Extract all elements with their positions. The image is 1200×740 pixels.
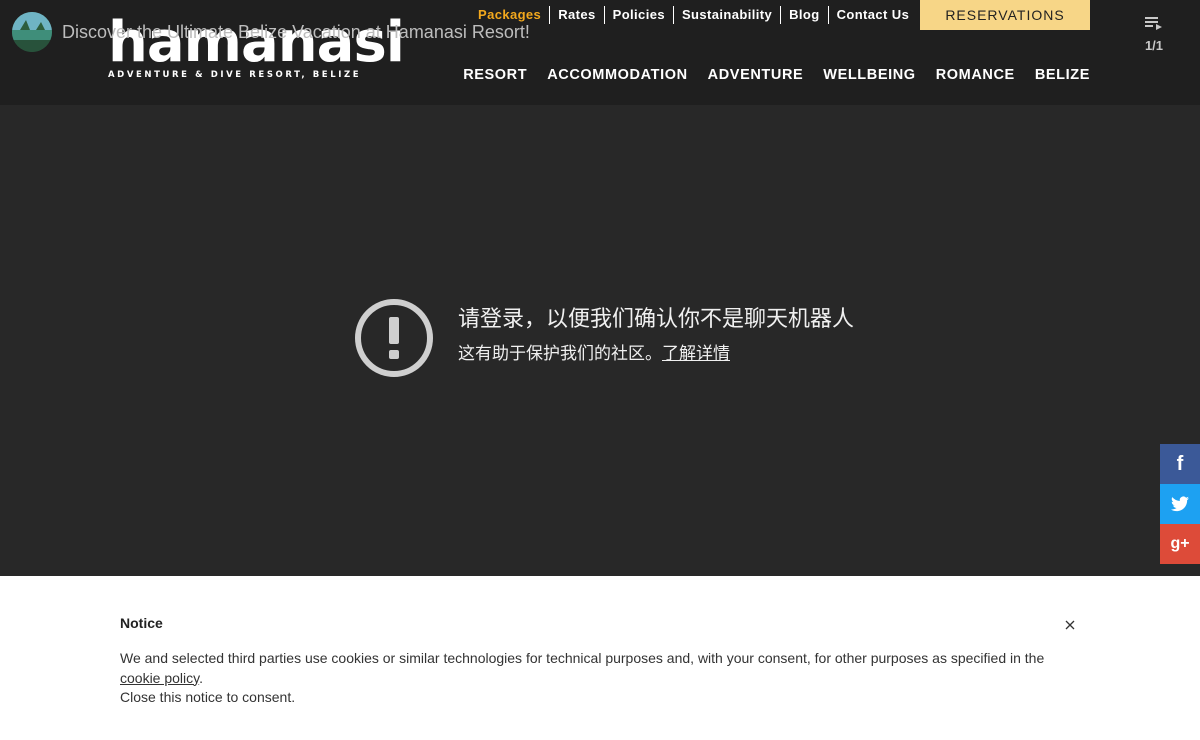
notice-consent-text: Close this notice to consent. <box>120 689 296 705</box>
nav-wellbeing[interactable]: WELLBEING <box>823 67 915 83</box>
nav-romance[interactable]: ROMANCE <box>936 67 1015 83</box>
error-text: 请登录，以便我们确认你不是聊天机器人 这有助于保护我们的社区。了解详情 <box>458 298 854 366</box>
nav-adventure[interactable]: ADVENTURE <box>708 67 804 83</box>
google-plus-share-button[interactable]: g+ <box>1160 524 1200 564</box>
top-link-rates[interactable]: Rates <box>550 6 605 24</box>
site-header: hamanasi ADVENTURE & DIVE RESORT, BELIZE… <box>0 0 1200 105</box>
cookie-notice: Notice We and selected third parties use… <box>0 576 1200 740</box>
logo-tagline: ADVENTURE & DIVE RESORT, BELIZE <box>108 70 362 80</box>
social-share-bar: f g+ <box>1160 444 1200 564</box>
cookie-policy-link[interactable]: cookie policy <box>120 670 199 686</box>
video-title-bar[interactable]: Discover the Ultimate Belize Vacation at… <box>12 12 530 52</box>
nav-resort[interactable]: RESORT <box>463 67 527 83</box>
alert-icon <box>355 299 433 377</box>
notice-title: Notice <box>120 615 163 631</box>
facebook-icon: f <box>1176 452 1184 475</box>
channel-avatar[interactable] <box>12 12 52 52</box>
nav-belize[interactable]: BELIZE <box>1035 67 1090 83</box>
notice-body: We and selected third parties use cookie… <box>120 649 1050 708</box>
top-link-policies[interactable]: Policies <box>605 6 674 24</box>
video-title[interactable]: Discover the Ultimate Belize Vacation at… <box>62 22 530 43</box>
notice-body-end: . <box>199 669 204 686</box>
close-icon[interactable] <box>1062 617 1078 633</box>
video-error-message: 请登录，以便我们确认你不是聊天机器人 这有助于保护我们的社区。了解详情 <box>354 298 854 378</box>
twitter-share-button[interactable] <box>1160 484 1200 524</box>
top-link-packages[interactable]: Packages <box>470 6 551 24</box>
top-links: Packages Rates Policies Sustainability B… <box>470 6 917 24</box>
facebook-share-button[interactable]: f <box>1160 444 1200 484</box>
top-link-contact-us[interactable]: Contact Us <box>829 6 918 24</box>
reservations-button[interactable]: RESERVATIONS <box>920 0 1090 30</box>
error-subtitle-text: 这有助于保护我们的社区。 <box>458 344 662 363</box>
main-nav: RESORT ACCOMMODATION ADVENTURE WELLBEING… <box>443 67 1090 83</box>
error-subtitle: 这有助于保护我们的社区。了解详情 <box>458 342 854 366</box>
notice-body-text: We and selected third parties use cookie… <box>120 650 1045 666</box>
learn-more-link[interactable]: 了解详情 <box>662 344 730 363</box>
nav-accommodation[interactable]: ACCOMMODATION <box>547 67 687 83</box>
top-link-sustainability[interactable]: Sustainability <box>674 6 782 24</box>
playlist-count: 1/1 <box>1144 38 1164 53</box>
error-title: 请登录，以便我们确认你不是聊天机器人 <box>458 306 855 331</box>
twitter-icon <box>1171 496 1189 512</box>
playlist-icon <box>1145 17 1162 30</box>
top-link-blog[interactable]: Blog <box>781 6 829 24</box>
google-plus-icon: g+ <box>1170 535 1190 552</box>
playlist-button[interactable]: 1/1 <box>1140 16 1168 53</box>
